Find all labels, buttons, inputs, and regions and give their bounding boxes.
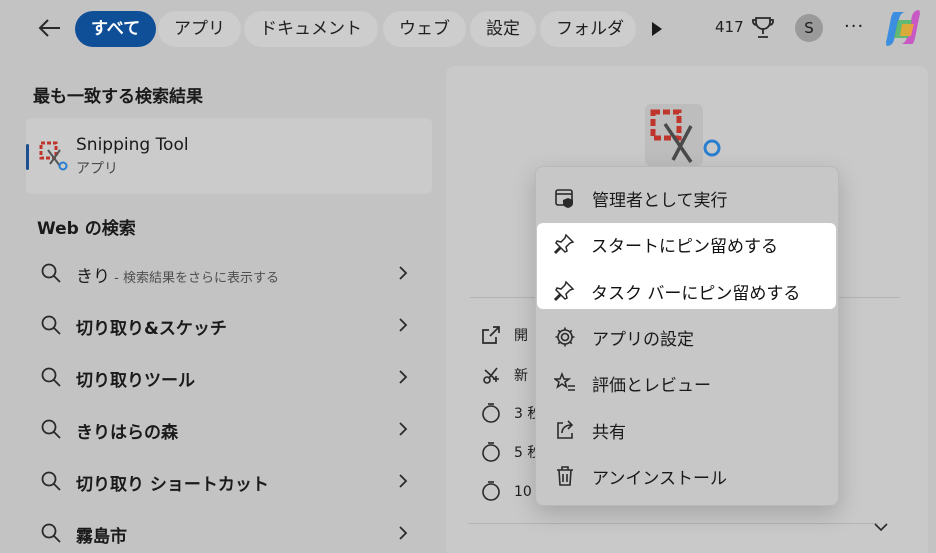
- menu-item-label: スタートにピン留めする: [591, 237, 778, 257]
- selection-indicator: [26, 144, 29, 170]
- search-icon: [40, 314, 62, 336]
- action-timer-10[interactable]: 10 秒: [480, 478, 550, 504]
- menu-item-pin-to-start[interactable]: スタートにピン留めする: [537, 221, 839, 267]
- web-result-item[interactable]: 切り取りツール: [26, 354, 432, 400]
- arrow-left-icon: [38, 19, 60, 37]
- search-icon: [40, 366, 62, 388]
- best-match-item[interactable]: Snipping Tool アプリ: [26, 118, 432, 194]
- copilot-button[interactable]: [884, 8, 922, 48]
- tab-settings[interactable]: 設定: [470, 11, 536, 47]
- action-label: 開: [514, 328, 528, 344]
- chevron-right-icon: [396, 369, 410, 385]
- pin-icon: [553, 280, 575, 302]
- web-result-item[interactable]: 霧島市: [26, 510, 432, 553]
- app-name: Snipping Tool: [76, 135, 189, 155]
- chevron-right-icon: [396, 473, 410, 489]
- tab-web[interactable]: ウェブ: [383, 11, 466, 47]
- web-search-heading: Web の検索: [37, 219, 136, 239]
- chevron-down-icon[interactable]: [873, 520, 889, 534]
- trash-icon: [554, 465, 576, 487]
- chevron-right-icon: [396, 421, 410, 437]
- menu-item-pin-to-taskbar[interactable]: タスク バーにピン留めする: [537, 268, 839, 314]
- play-icon: [652, 22, 662, 36]
- action-label: 新: [514, 368, 528, 384]
- menu-item-run-as-admin[interactable]: 管理者として実行: [536, 175, 838, 221]
- rewards-button[interactable]: [752, 16, 774, 40]
- web-result-item[interactable]: 切り取り ショートカット: [26, 458, 432, 504]
- share-icon: [554, 419, 576, 441]
- highlighted-pin-options: スタートにピン留めする タスク バーにピン留めする: [537, 223, 836, 309]
- pin-icon: [553, 233, 575, 255]
- search-icon: [40, 522, 62, 544]
- context-menu: 管理者として実行 アプリの設定 評価とレビュー 共有 アンインストール: [535, 166, 839, 506]
- search-icon: [40, 262, 62, 284]
- web-result-query: 切り取りツール: [76, 371, 195, 391]
- copilot-icon: [886, 10, 920, 46]
- menu-item-uninstall[interactable]: アンインストール: [536, 453, 838, 499]
- action-timer-3[interactable]: 3 秒: [480, 400, 541, 426]
- action-open[interactable]: 開: [480, 322, 540, 348]
- menu-item-share[interactable]: 共有: [536, 407, 838, 453]
- snipping-tool-large-icon: [645, 104, 723, 166]
- web-result-item[interactable]: きりはらの森: [26, 406, 432, 452]
- menu-item-label: タスク バーにピン留めする: [591, 284, 801, 304]
- rewards-count: 417: [715, 18, 744, 36]
- tab-all[interactable]: すべて: [75, 11, 157, 47]
- search-filter-bar: すべて アプリ ドキュメント ウェブ 設定 フォルダ 417 S ···: [0, 0, 936, 58]
- web-result-query: きり: [76, 267, 110, 287]
- open-external-icon: [480, 324, 502, 346]
- web-result-query: きりはらの森: [76, 423, 178, 443]
- timer-icon: [480, 441, 502, 463]
- menu-item-app-settings[interactable]: アプリの設定: [536, 314, 838, 360]
- web-result-query: 切り取り ショートカット: [76, 475, 269, 495]
- menu-item-label: 評価とレビュー: [592, 376, 711, 396]
- tab-apps[interactable]: アプリ: [158, 11, 241, 47]
- shield-window-icon: [554, 187, 576, 209]
- timer-icon: [480, 402, 502, 424]
- menu-item-label: 共有: [592, 423, 626, 443]
- menu-item-label: アプリの設定: [592, 330, 694, 350]
- web-result-item[interactable]: 切り取り&スケッチ: [26, 302, 432, 348]
- web-result-query: 切り取り&スケッチ: [76, 319, 227, 339]
- chevron-right-icon: [396, 317, 410, 333]
- snipping-tool-icon: [38, 140, 70, 172]
- star-list-icon: [554, 372, 576, 394]
- new-snip-icon: [480, 364, 502, 386]
- search-icon: [40, 418, 62, 440]
- action-timer-5[interactable]: 5 秒: [480, 439, 541, 465]
- app-type: アプリ: [76, 161, 118, 177]
- scroll-tabs-button[interactable]: [650, 20, 666, 38]
- chevron-right-icon: [396, 265, 410, 281]
- menu-item-rate-review[interactable]: 評価とレビュー: [536, 360, 838, 406]
- search-icon: [40, 470, 62, 492]
- back-button[interactable]: [36, 14, 64, 42]
- action-new[interactable]: 新: [480, 362, 540, 388]
- tab-folders[interactable]: フォルダ: [540, 11, 636, 47]
- chevron-right-icon: [396, 525, 410, 541]
- trophy-icon: [752, 17, 774, 38]
- web-result-item[interactable]: きり - 検索結果をさらに表示する: [26, 250, 432, 296]
- best-match-heading: 最も一致する検索結果: [33, 87, 203, 107]
- tab-documents[interactable]: ドキュメント: [244, 11, 378, 47]
- gear-icon: [554, 326, 576, 348]
- avatar[interactable]: S: [795, 14, 823, 42]
- menu-item-label: アンインストール: [592, 469, 727, 489]
- timer-icon: [480, 480, 502, 502]
- menu-item-label: 管理者として実行: [592, 191, 728, 211]
- more-options-button[interactable]: ···: [844, 16, 864, 37]
- web-result-hint: - 検索結果をさらに表示する: [110, 271, 279, 286]
- panel-divider: [468, 523, 878, 524]
- web-result-query: 霧島市: [76, 527, 127, 547]
